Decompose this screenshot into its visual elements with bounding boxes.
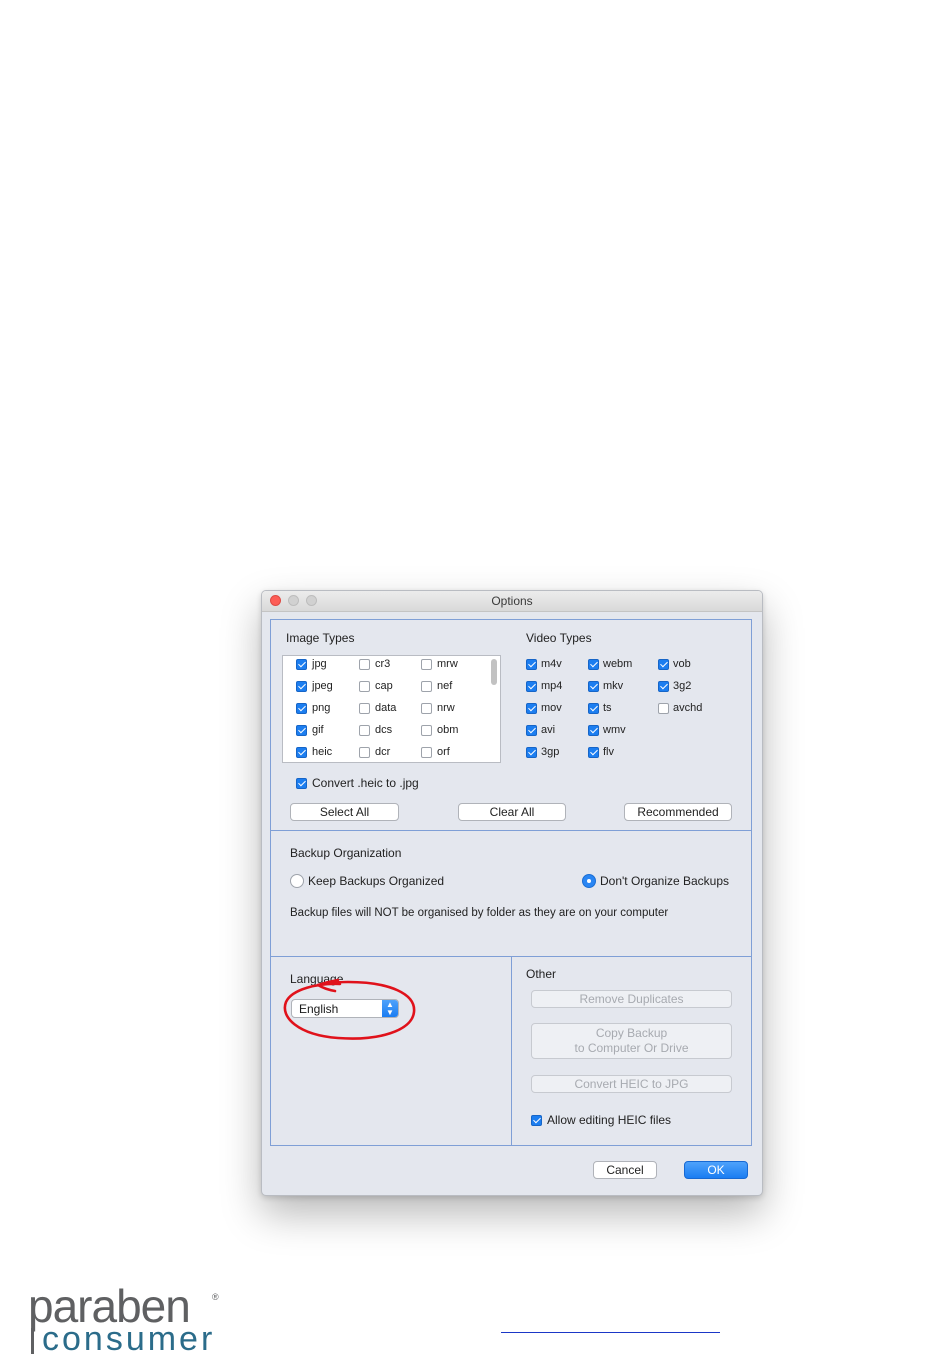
video-type-label: m4v <box>541 658 562 670</box>
video-type-checkbox[interactable] <box>526 681 537 692</box>
convert-heic-label: Convert .heic to .jpg <box>312 776 419 790</box>
image-type-checkbox[interactable] <box>359 703 370 714</box>
backup-organization-title: Backup Organization <box>290 846 402 860</box>
video-type-label: webm <box>603 658 633 670</box>
video-type-checkbox[interactable] <box>588 725 599 736</box>
image-type-label: nrw <box>437 702 455 714</box>
video-type-checkbox[interactable] <box>658 703 669 714</box>
image-type-label: obm <box>437 724 459 736</box>
image-type-checkbox[interactable] <box>359 681 370 692</box>
video-type-label: flv <box>603 746 614 758</box>
image-type-checkbox[interactable] <box>421 725 432 736</box>
video-type-label: mp4 <box>541 680 563 692</box>
convert-heic-checkbox[interactable] <box>296 778 307 789</box>
image-list-scrollbar[interactable] <box>491 659 497 685</box>
video-type-checkbox[interactable] <box>526 703 537 714</box>
image-type-checkbox[interactable] <box>296 703 307 714</box>
dont-organize-label: Don't Organize Backups <box>600 874 730 888</box>
image-type-label: png <box>312 702 331 714</box>
copy-backup-line1: Copy Backup <box>595 1026 668 1040</box>
keep-backups-radio[interactable] <box>290 874 304 888</box>
clear-all-button[interactable]: Clear All <box>458 803 566 821</box>
keep-backups-label: Keep Backups Organized <box>308 874 445 888</box>
image-type-label: jpg <box>312 658 327 670</box>
image-types-title: Image Types <box>286 631 355 645</box>
image-type-checkbox[interactable] <box>296 659 307 670</box>
other-title: Other <box>526 967 557 981</box>
video-type-checkbox[interactable] <box>588 659 599 670</box>
image-type-label: dcs <box>375 724 393 736</box>
video-type-label: vob <box>673 658 691 670</box>
video-type-checkbox[interactable] <box>588 703 599 714</box>
image-type-label: data <box>375 702 397 714</box>
copy-backup-line2: to Computer Or Drive <box>574 1041 689 1055</box>
image-type-checkbox[interactable] <box>296 747 307 758</box>
window-title: Options <box>491 594 533 608</box>
red-circle-annotation <box>283 978 416 1040</box>
video-type-checkbox[interactable] <box>526 747 537 758</box>
title-bar[interactable]: Options <box>262 591 762 612</box>
video-type-label: 3g2 <box>673 680 692 692</box>
video-type-checkbox[interactable] <box>526 659 537 670</box>
image-type-checkbox[interactable] <box>296 681 307 692</box>
remove-duplicates-button[interactable]: Remove Duplicates <box>531 990 732 1008</box>
image-type-label: gif <box>312 724 324 736</box>
ok-button[interactable]: OK <box>684 1161 748 1179</box>
dont-organize-radio[interactable] <box>582 874 596 888</box>
image-type-checkbox[interactable] <box>359 659 370 670</box>
image-type-label: heic <box>312 746 333 758</box>
image-type-checkbox[interactable] <box>421 681 432 692</box>
convert-heic-to-jpg-button[interactable]: Convert HEIC to JPG <box>531 1075 732 1093</box>
image-type-checkbox[interactable] <box>421 747 432 758</box>
cancel-button[interactable]: Cancel <box>593 1161 657 1179</box>
image-type-label: nef <box>437 680 453 692</box>
video-type-checkbox[interactable] <box>658 681 669 692</box>
select-all-button[interactable]: Select All <box>290 803 399 821</box>
image-type-checkbox[interactable] <box>359 747 370 758</box>
video-type-checkbox[interactable] <box>588 681 599 692</box>
video-type-label: ts <box>603 702 612 714</box>
registered-mark: ® <box>212 1292 219 1302</box>
video-type-label: avi <box>541 724 556 736</box>
video-type-checkbox[interactable] <box>588 747 599 758</box>
video-type-checkbox[interactable] <box>658 659 669 670</box>
consumer-logo-text: consumer <box>42 1320 216 1358</box>
allow-editing-heic-checkbox[interactable] <box>531 1115 542 1126</box>
image-type-checkbox[interactable] <box>421 659 432 670</box>
image-type-label: cr3 <box>375 658 391 670</box>
image-type-label: cap <box>375 680 393 692</box>
video-type-label: wmv <box>603 724 626 736</box>
backup-description: Backup files will NOT be organised by fo… <box>290 907 669 919</box>
logo-bar <box>31 1328 34 1354</box>
video-type-label: 3gp <box>541 746 560 758</box>
image-type-label: orf <box>437 746 450 758</box>
hyperlink-underline[interactable] <box>501 1332 720 1333</box>
image-type-label: mrw <box>437 658 458 670</box>
video-type-label: mkv <box>603 680 624 692</box>
video-type-label: avchd <box>673 702 703 714</box>
allow-editing-heic-label: Allow editing HEIC files <box>547 1113 672 1127</box>
image-type-checkbox[interactable] <box>296 725 307 736</box>
image-type-checkbox[interactable] <box>359 725 370 736</box>
image-type-checkbox[interactable] <box>421 703 432 714</box>
copy-backup-button[interactable]: Copy Backup to Computer Or Drive <box>531 1023 732 1059</box>
image-type-label: jpeg <box>312 680 333 692</box>
video-type-checkbox[interactable] <box>526 725 537 736</box>
video-types-title: Video Types <box>526 631 592 645</box>
video-type-label: mov <box>541 702 562 714</box>
image-type-label: dcr <box>375 746 391 758</box>
recommended-button[interactable]: Recommended <box>624 803 732 821</box>
